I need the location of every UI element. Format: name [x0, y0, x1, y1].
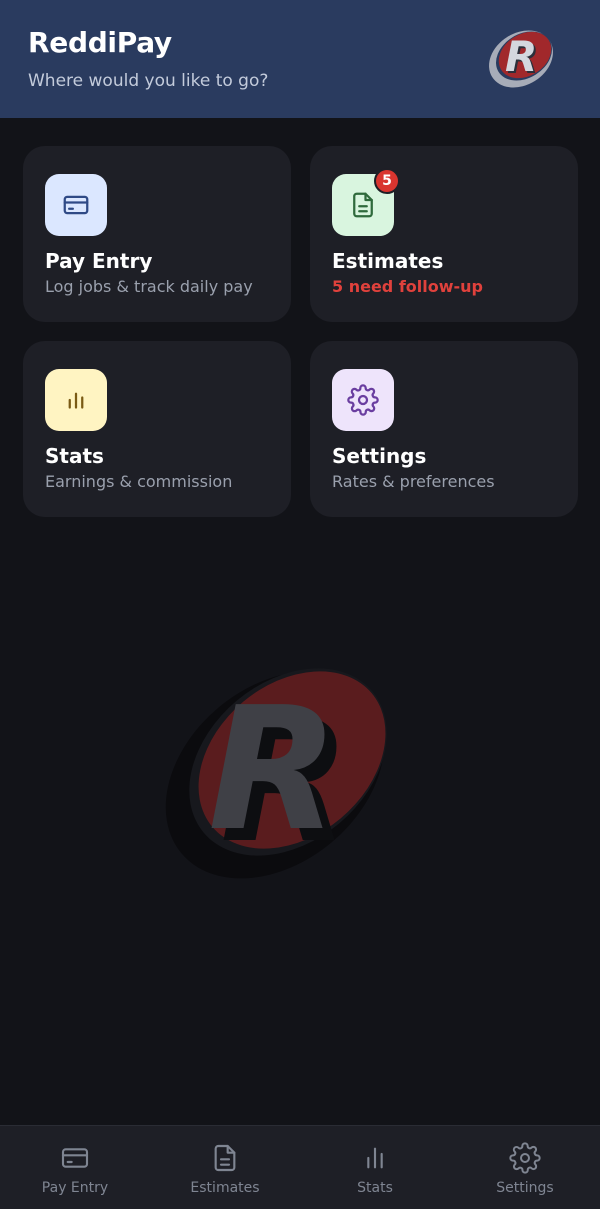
card-subtitle: Log jobs & track daily pay	[45, 277, 253, 296]
credit-card-icon	[61, 1148, 89, 1168]
bar-chart-icon	[45, 369, 107, 431]
credit-card-icon	[45, 174, 107, 236]
follow-up-badge: 5	[374, 168, 400, 194]
nav-label: Estimates	[190, 1180, 260, 1196]
nav-label: Settings	[496, 1180, 554, 1196]
nav-item-stats[interactable]: Stats	[300, 1126, 450, 1209]
svg-text:R: R	[208, 671, 339, 869]
card-subtitle: Earnings & commission	[45, 472, 233, 491]
bottom-nav: Pay Entry Estimates Stats Settings	[0, 1125, 600, 1209]
document-icon	[214, 1144, 236, 1172]
gear-icon	[509, 1142, 541, 1174]
card-title: Estimates	[332, 249, 444, 273]
app-title: ReddiPay	[28, 26, 172, 59]
card-stats[interactable]: Stats Earnings & commission	[23, 341, 291, 517]
nav-item-pay-entry[interactable]: Pay Entry	[0, 1126, 150, 1209]
card-pay-entry[interactable]: Pay Entry Log jobs & track daily pay	[23, 146, 291, 322]
reddipay-logo-icon: R R	[489, 30, 553, 88]
card-title: Stats	[45, 444, 104, 468]
nav-item-estimates[interactable]: Estimates	[150, 1126, 300, 1209]
card-title: Pay Entry	[45, 249, 153, 273]
app-subtitle: Where would you like to go?	[28, 71, 269, 91]
nav-label: Pay Entry	[41, 1180, 109, 1196]
svg-text:R: R	[505, 32, 537, 81]
app-header: ReddiPay Where would you like to go? R R	[0, 0, 600, 118]
card-subtitle-alert: 5 need follow-up	[332, 277, 483, 296]
bar-chart-icon	[367, 1147, 383, 1169]
card-subtitle: Rates & preferences	[332, 472, 495, 491]
app-root: ReddiPay Where would you like to go? R R…	[0, 0, 600, 1209]
card-title: Settings	[332, 444, 427, 468]
card-estimates[interactable]: 5 Estimates 5 need follow-up	[310, 146, 578, 322]
nav-label: Stats	[357, 1180, 393, 1196]
reddipay-watermark-logo: R R	[165, 668, 387, 881]
nav-item-settings[interactable]: Settings	[450, 1126, 600, 1209]
card-settings[interactable]: Settings Rates & preferences	[310, 341, 578, 517]
gear-icon	[332, 369, 394, 431]
